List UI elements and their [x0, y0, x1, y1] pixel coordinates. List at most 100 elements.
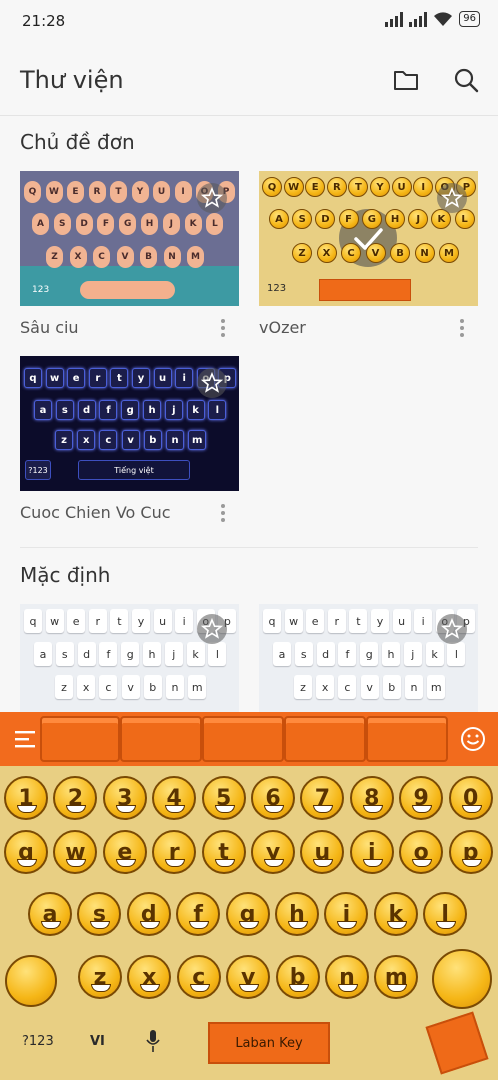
- key-2[interactable]: 2: [53, 776, 98, 820]
- thumb-123-label: 123: [32, 285, 50, 295]
- key-h[interactable]: h: [275, 892, 319, 936]
- folder-icon[interactable]: [392, 66, 420, 94]
- key-n[interactable]: n: [325, 955, 369, 999]
- thumb-key: H: [385, 209, 405, 229]
- key-x[interactable]: x: [127, 955, 172, 999]
- key-9[interactable]: 9: [399, 776, 444, 820]
- shift-key[interactable]: [5, 955, 57, 1007]
- key-r[interactable]: r: [152, 830, 197, 874]
- more-options-icon[interactable]: [218, 502, 228, 524]
- key-m[interactable]: m: [374, 955, 419, 999]
- key-0[interactable]: 0: [448, 776, 493, 820]
- thumb-key: W: [45, 181, 63, 203]
- thumb-key: d: [316, 642, 335, 666]
- key-8[interactable]: 8: [349, 776, 394, 820]
- more-options-icon[interactable]: [218, 317, 228, 339]
- key-d[interactable]: d: [126, 892, 171, 936]
- battery-icon: 96: [459, 11, 480, 27]
- key-s[interactable]: s: [77, 892, 122, 936]
- key-4[interactable]: 4: [152, 776, 197, 820]
- thumb-key: E: [305, 177, 326, 197]
- thumb-key: g: [121, 642, 140, 666]
- key-w[interactable]: w: [53, 830, 98, 874]
- thumb-key: Y: [370, 177, 390, 197]
- language-key[interactable]: VI: [90, 1034, 105, 1049]
- thumb-key: f: [99, 642, 118, 666]
- space-key: [319, 279, 411, 301]
- key-g[interactable]: g: [225, 892, 270, 936]
- favorite-star-icon[interactable]: [197, 614, 227, 644]
- key-a[interactable]: a: [28, 892, 72, 936]
- thumb-key: C: [341, 243, 361, 263]
- search-icon[interactable]: [452, 66, 480, 94]
- thumb-key: b: [143, 675, 162, 699]
- thumb-key: N: [163, 246, 181, 268]
- key-k[interactable]: k: [373, 892, 418, 936]
- key-l[interactable]: l: [423, 892, 468, 936]
- thumb-key: Q: [262, 177, 282, 197]
- key-e[interactable]: e: [102, 830, 147, 874]
- thumb-key: w: [45, 609, 64, 633]
- key-t[interactable]: t: [201, 830, 246, 874]
- key-v[interactable]: v: [226, 955, 271, 999]
- thumb-key: k: [186, 642, 205, 666]
- thumb-key: l: [208, 400, 227, 420]
- thumb-key: A: [32, 213, 49, 235]
- thumb-key: R: [326, 177, 347, 197]
- thumb-key: Z: [292, 243, 312, 263]
- key-u[interactable]: u: [300, 830, 345, 874]
- thumb-key: B: [140, 246, 157, 268]
- thumb-123-label: 123: [267, 283, 287, 294]
- thumb-key: h: [143, 400, 161, 420]
- key-c[interactable]: c: [176, 955, 221, 999]
- app-bar: Thư viện: [0, 44, 498, 116]
- thumb-key: j: [164, 642, 183, 666]
- key-7[interactable]: 7: [300, 776, 345, 820]
- key-z[interactable]: z: [78, 955, 122, 999]
- favorite-star-icon[interactable]: [437, 183, 467, 213]
- enter-key[interactable]: [425, 1011, 489, 1075]
- thumb-key: B: [390, 243, 410, 263]
- thumb-key: X: [69, 246, 87, 268]
- thumb-key: b: [382, 675, 401, 699]
- thumb-key: w: [45, 368, 64, 388]
- thumb-key: l: [208, 642, 227, 666]
- key-j[interactable]: j: [324, 892, 369, 936]
- thumb-key: a: [34, 642, 52, 666]
- key-o[interactable]: o: [399, 830, 444, 874]
- thumb-key: g: [360, 642, 379, 666]
- thumb-key: T: [110, 181, 127, 203]
- key-5[interactable]: 5: [201, 776, 246, 820]
- brick-decoration: [284, 716, 366, 762]
- thumb-key: G: [119, 213, 137, 235]
- thumb-key: Z: [46, 246, 63, 268]
- key-b[interactable]: b: [275, 955, 320, 999]
- key-f[interactable]: f: [176, 892, 221, 936]
- signal-icon-2: [409, 11, 428, 27]
- key-6[interactable]: 6: [251, 776, 295, 820]
- key-i[interactable]: i: [349, 830, 394, 874]
- favorite-star-icon[interactable]: [437, 614, 467, 644]
- emoji-icon[interactable]: [460, 726, 486, 752]
- thumb-key: i: [175, 368, 194, 388]
- mic-icon[interactable]: [145, 1028, 161, 1054]
- thumb-key: N: [414, 243, 435, 263]
- key-1[interactable]: 1: [4, 776, 48, 820]
- key-y[interactable]: y: [251, 830, 295, 874]
- favorite-star-icon[interactable]: [197, 368, 227, 398]
- symbols-key[interactable]: ?123: [22, 1034, 54, 1049]
- space-key: [80, 281, 175, 299]
- thumb-key: s: [55, 642, 74, 666]
- thumb-key: q: [263, 609, 281, 633]
- key-3[interactable]: 3: [102, 776, 147, 820]
- thumb-key: r: [88, 368, 107, 388]
- thumb-key: f: [99, 400, 118, 420]
- space-key[interactable]: Laban Key: [208, 1022, 330, 1064]
- favorite-star-icon[interactable]: [197, 183, 227, 213]
- key-q[interactable]: q: [4, 830, 48, 874]
- backspace-key[interactable]: [432, 949, 492, 1009]
- key-p[interactable]: p: [448, 830, 493, 874]
- menu-icon[interactable]: [14, 729, 36, 749]
- more-options-icon[interactable]: [457, 317, 467, 339]
- thumb-key: u: [153, 368, 172, 388]
